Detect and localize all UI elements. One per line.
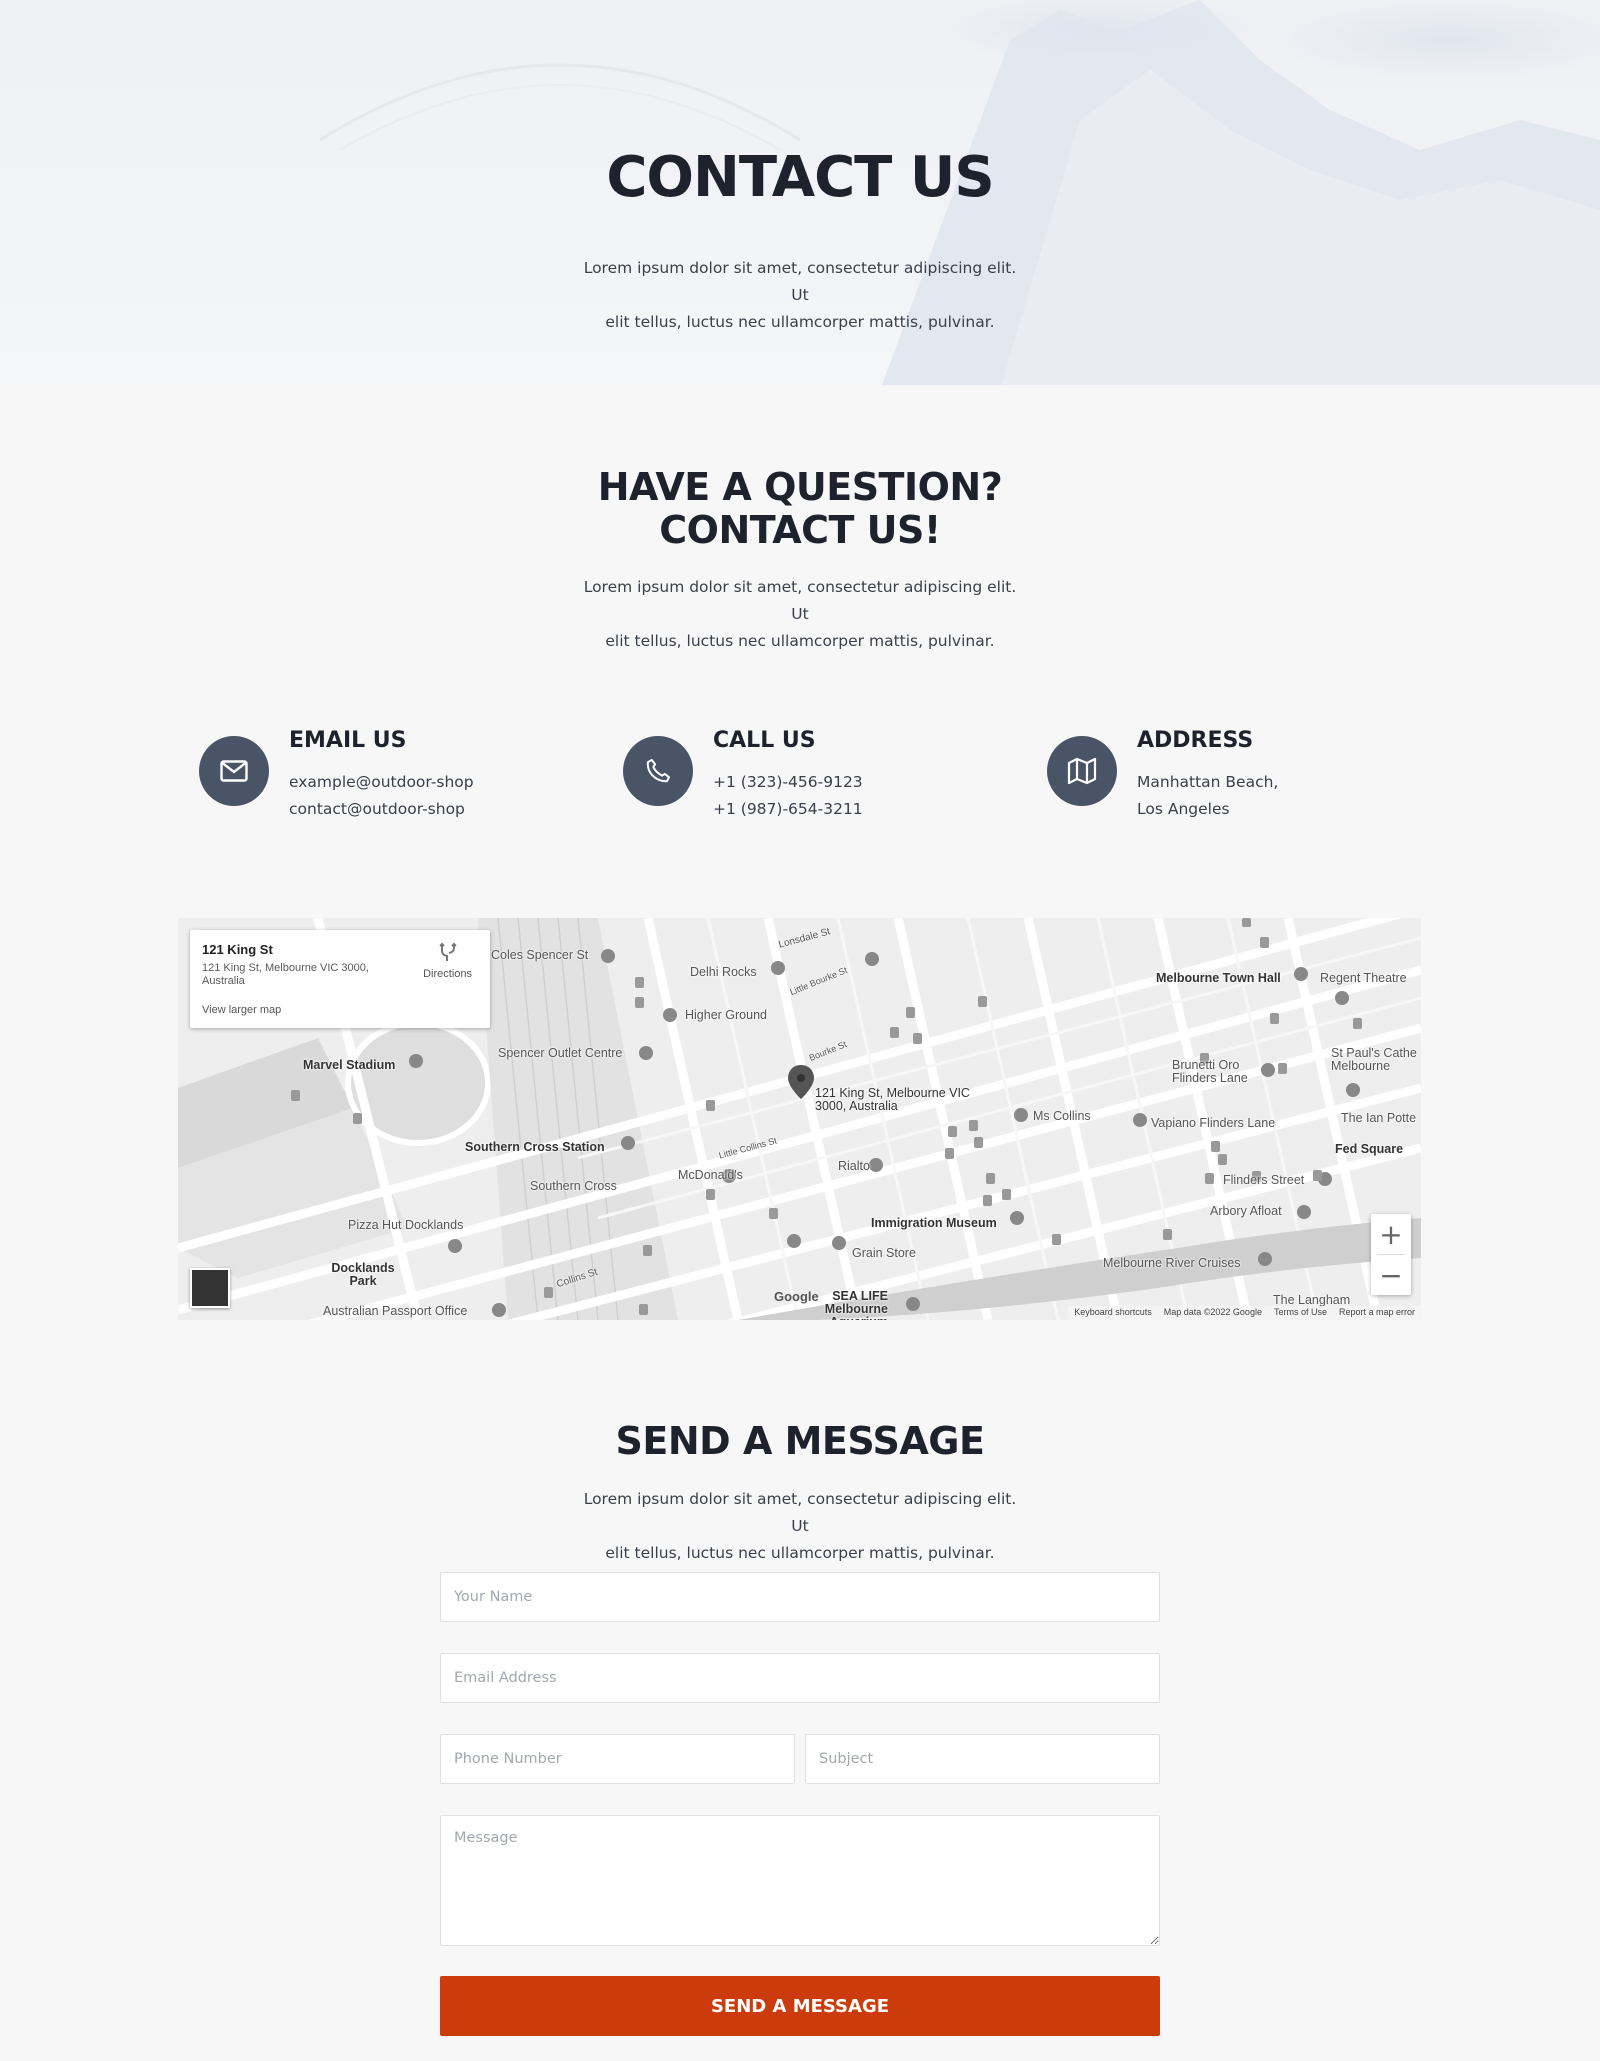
map-place-card: 121 King St 121 King St, Melbourne VIC 3… [190, 930, 490, 1028]
map-label: Melbourne Town Hall [1156, 971, 1281, 985]
terms-of-use-link[interactable]: Terms of Use [1274, 1307, 1327, 1319]
question-lead-line-2: elit tellus, luctus nec ullamcorper matt… [605, 632, 995, 650]
map-data-text: Map data ©2022 Google [1163, 1307, 1262, 1317]
directions-link[interactable]: Directions [423, 968, 472, 980]
question-heading: HAVE A QUESTION? CONTACT US! [0, 466, 1600, 552]
map-label: Marvel Stadium [303, 1058, 396, 1072]
map-label: Ms Collins [1033, 1109, 1091, 1123]
map-label: Southern Cross [530, 1179, 617, 1193]
address-line-2: Los Angeles [1137, 800, 1230, 818]
address-line-1: Manhattan Beach, [1137, 773, 1279, 791]
map-label: Regent Theatre [1320, 971, 1407, 985]
contact-email-title: EMAIL US [289, 728, 407, 753]
hero-lead-line-1: Lorem ipsum dolor sit amet, consectetur … [583, 259, 1017, 304]
keyboard-shortcuts-link[interactable]: Keyboard shortcuts [1074, 1307, 1152, 1319]
map-label: Rialto [838, 1159, 870, 1173]
name-field[interactable] [440, 1572, 1160, 1622]
map-label: Brunetti Oro Flinders Lane [1172, 1058, 1248, 1085]
phone-line-2[interactable]: +1 (987)-654-3211 [713, 800, 863, 818]
map-label: Delhi Rocks [690, 965, 757, 979]
message-textarea[interactable] [440, 1815, 1160, 1946]
message-lead: Lorem ipsum dolor sit amet, consectetur … [580, 1486, 1020, 1567]
hero-section: CONTACT US Lorem ipsum dolor sit amet, c… [0, 0, 1600, 390]
map-label: Higher Ground [685, 1008, 767, 1022]
report-map-error-link[interactable]: Report a map error [1339, 1307, 1415, 1319]
map-label: Pizza Hut Docklands [348, 1218, 464, 1232]
phone-line-1[interactable]: +1 (323)-456-9123 [713, 773, 863, 791]
question-lead: Lorem ipsum dolor sit amet, consectetur … [580, 574, 1020, 655]
map-label: Arbory Afloat [1210, 1204, 1282, 1218]
map-label: Vapiano Flinders Lane [1151, 1116, 1276, 1130]
zoom-out-button[interactable]: − [1371, 1255, 1411, 1295]
phone-icon [623, 736, 693, 806]
map-label: Australian Passport Office [323, 1304, 468, 1318]
envelope-icon [199, 736, 269, 806]
map-satellite-thumbnail[interactable] [190, 1268, 230, 1308]
map-label: Fed Square [1335, 1142, 1404, 1156]
map-pin-label: 121 King St, Melbourne VIC 3000, Austral… [815, 1086, 970, 1113]
send-message-button[interactable]: SEND A MESSAGE [440, 1976, 1160, 2036]
contact-address-title: ADDRESS [1137, 728, 1254, 753]
map-label: The Langham [1273, 1293, 1351, 1307]
message-lead-line-1: Lorem ipsum dolor sit amet, consectetur … [583, 1490, 1017, 1535]
map-zoom-controls: + − [1371, 1214, 1411, 1295]
zoom-in-button[interactable]: + [1371, 1214, 1411, 1254]
contact-phone-block: CALL US +1 (323)-456-9123 +1 (987)-654-3… [623, 728, 923, 828]
page-title: CONTACT US [606, 145, 994, 210]
map-card-address: 121 King St, Melbourne VIC 3000, Austral… [202, 962, 369, 987]
hero-lead: Lorem ipsum dolor sit amet, consectetur … [580, 255, 1020, 336]
question-heading-line-1: HAVE A QUESTION? [597, 465, 1003, 509]
hero-lead-line-2: elit tellus, luctus nec ullamcorper matt… [605, 313, 995, 331]
message-lead-line-2: elit tellus, luctus nec ullamcorper matt… [605, 1544, 995, 1562]
map-label: McDonald's [678, 1168, 743, 1182]
question-heading-line-2: CONTACT US! [659, 508, 941, 552]
message-heading: SEND A MESSAGE [615, 1419, 985, 1463]
embedded-map[interactable]: Coles Spencer St Delhi Rocks Lonsdale St… [178, 918, 1421, 1320]
map-icon [1047, 736, 1117, 806]
email-line-1[interactable]: example@outdoor-shop [289, 773, 474, 791]
map-label: Immigration Museum [871, 1216, 997, 1230]
map-label: Docklands Park [331, 1261, 395, 1288]
contact-email-block: EMAIL US example@outdoor-shop contact@ou… [199, 728, 499, 828]
email-field[interactable] [440, 1653, 1160, 1703]
google-logo: Google [774, 1289, 819, 1304]
map-label: Spencer Outlet Centre [498, 1046, 623, 1060]
map-label: St Paul's Cathe Melbourne [1331, 1046, 1417, 1073]
map-card-title: 121 King St [202, 942, 273, 957]
map-label: Coles Spencer St [491, 948, 589, 962]
map-label: Melbourne River Cruises [1103, 1256, 1241, 1270]
map-label: Southern Cross Station [465, 1140, 605, 1154]
map-label: Grain Store [852, 1246, 916, 1260]
question-lead-line-1: Lorem ipsum dolor sit amet, consectetur … [583, 578, 1017, 623]
email-line-2[interactable]: contact@outdoor-shop [289, 800, 465, 818]
map-label: Flinders Street [1223, 1173, 1305, 1187]
subject-field[interactable] [805, 1734, 1160, 1784]
phone-field[interactable] [440, 1734, 795, 1784]
view-larger-map-link[interactable]: View larger map [202, 1004, 281, 1016]
map-label: The Ian Potte [1341, 1111, 1417, 1125]
contact-phone-title: CALL US [713, 728, 816, 753]
map-footer: Keyboard shortcuts Map data ©2022 Google… [1068, 1306, 1421, 1320]
directions-icon[interactable] [438, 942, 458, 962]
contact-address-block: ADDRESS Manhattan Beach, Los Angeles [1047, 728, 1347, 828]
